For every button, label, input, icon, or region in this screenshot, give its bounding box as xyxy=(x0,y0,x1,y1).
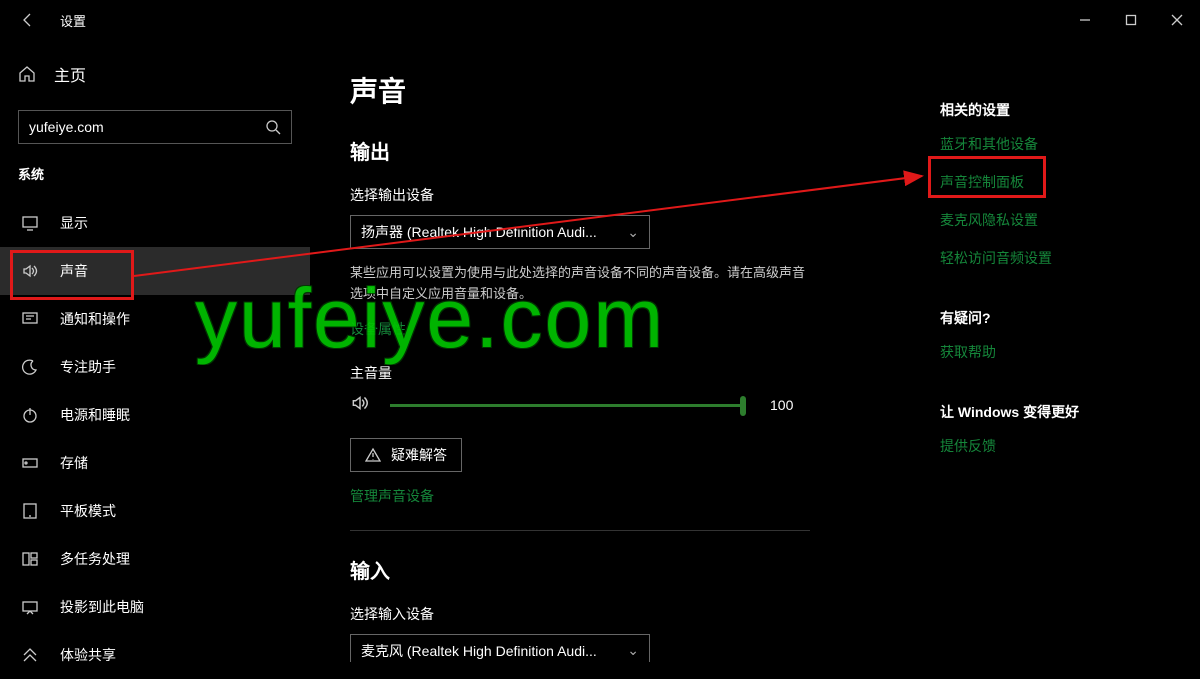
right-panel: 相关的设置 蓝牙和其他设备 声音控制面板 麦克风隐私设置 轻松访问音频设置 有疑… xyxy=(940,100,1160,474)
improve-heading: 让 Windows 变得更好 xyxy=(940,402,1160,422)
question-heading: 有疑问? xyxy=(940,308,1160,328)
sound-icon xyxy=(20,262,40,280)
troubleshoot-label: 疑难解答 xyxy=(391,445,447,465)
search-icon xyxy=(265,119,281,135)
speaker-icon xyxy=(350,393,370,418)
output-device-dropdown[interactable]: 扬声器 (Realtek High Definition Audi... ⌄ xyxy=(350,215,650,249)
minimize-icon xyxy=(1079,14,1091,26)
volume-slider[interactable] xyxy=(390,404,740,407)
sidebar-item-project[interactable]: 投影到此电脑 xyxy=(0,583,310,631)
share-icon xyxy=(20,646,40,664)
input-heading: 输入 xyxy=(350,555,1160,584)
multitask-icon xyxy=(20,550,40,568)
output-description: 某些应用可以设置为使用与此处选择的声音设备不同的声音设备。请在高级声音选项中自定… xyxy=(350,263,810,305)
sidebar-item-multitask[interactable]: 多任务处理 xyxy=(0,535,310,583)
sidebar-item-label: 电源和睡眠 xyxy=(60,405,130,425)
notifications-icon xyxy=(20,310,40,328)
app-title: 设置 xyxy=(60,11,86,30)
sidebar-item-notifications[interactable]: 通知和操作 xyxy=(0,295,310,343)
close-button[interactable] xyxy=(1154,4,1200,36)
sidebar-item-label: 通知和操作 xyxy=(60,309,130,329)
titlebar: 设置 xyxy=(0,0,1200,40)
maximize-icon xyxy=(1125,14,1137,26)
sidebar-item-label: 体验共享 xyxy=(60,645,116,665)
home-label: 主页 xyxy=(54,62,86,86)
sidebar-item-display[interactable]: 显示 xyxy=(0,199,310,247)
storage-icon xyxy=(20,454,40,472)
volume-value: 100 xyxy=(770,397,793,413)
ease-sound-link[interactable]: 轻松访问音频设置 xyxy=(940,248,1160,268)
bluetooth-link[interactable]: 蓝牙和其他设备 xyxy=(940,134,1160,154)
input-device-label: 选择输入设备 xyxy=(350,604,1160,624)
chevron-down-icon: ⌄ xyxy=(627,642,639,659)
back-button[interactable] xyxy=(8,0,48,40)
sidebar-item-label: 存储 xyxy=(60,453,88,473)
chevron-down-icon: ⌄ xyxy=(627,224,639,241)
output-device-value: 扬声器 (Realtek High Definition Audi... xyxy=(361,222,597,242)
maximize-button[interactable] xyxy=(1108,4,1154,36)
sound-control-panel-link[interactable]: 声音控制面板 xyxy=(940,172,1160,192)
sidebar-item-label: 显示 xyxy=(60,213,88,233)
search-input[interactable] xyxy=(29,119,265,135)
project-icon xyxy=(20,598,40,616)
sidebar-item-sound[interactable]: 声音 xyxy=(0,247,310,295)
display-icon xyxy=(20,214,40,232)
warning-icon xyxy=(365,447,381,463)
mic-privacy-link[interactable]: 麦克风隐私设置 xyxy=(940,210,1160,230)
sidebar-item-label: 声音 xyxy=(60,261,88,281)
sidebar: 主页 系统 显示 声音 通知和操作 专注助手 电源和睡眠 存储 xyxy=(0,40,310,662)
moon-icon xyxy=(20,358,40,376)
power-icon xyxy=(20,406,40,424)
sidebar-item-storage[interactable]: 存储 xyxy=(0,439,310,487)
device-properties-link[interactable]: 设备属性 xyxy=(350,319,406,339)
get-help-link[interactable]: 获取帮助 xyxy=(940,342,1160,362)
tablet-icon xyxy=(20,502,40,520)
minimize-button[interactable] xyxy=(1062,4,1108,36)
sidebar-item-label: 投影到此电脑 xyxy=(60,597,144,617)
sidebar-item-shared[interactable]: 体验共享 xyxy=(0,631,310,679)
home-icon xyxy=(18,65,36,83)
manage-devices-link[interactable]: 管理声音设备 xyxy=(350,486,434,506)
sidebar-item-label: 平板模式 xyxy=(60,501,116,521)
feedback-link[interactable]: 提供反馈 xyxy=(940,436,1160,456)
sidebar-item-power[interactable]: 电源和睡眠 xyxy=(0,391,310,439)
sidebar-item-label: 专注助手 xyxy=(60,357,116,377)
input-device-dropdown[interactable]: 麦克风 (Realtek High Definition Audi... ⌄ xyxy=(350,634,650,662)
home-button[interactable]: 主页 xyxy=(0,52,310,96)
divider xyxy=(350,530,810,531)
input-device-value: 麦克风 (Realtek High Definition Audi... xyxy=(361,641,597,661)
sidebar-item-label: 多任务处理 xyxy=(60,549,130,569)
related-heading: 相关的设置 xyxy=(940,100,1160,120)
section-label: 系统 xyxy=(0,164,310,199)
sidebar-item-tablet[interactable]: 平板模式 xyxy=(0,487,310,535)
sidebar-item-focus-assist[interactable]: 专注助手 xyxy=(0,343,310,391)
close-icon xyxy=(1171,14,1183,26)
search-box[interactable] xyxy=(18,110,292,144)
arrow-left-icon xyxy=(20,12,36,28)
troubleshoot-button[interactable]: 疑难解答 xyxy=(350,438,462,472)
